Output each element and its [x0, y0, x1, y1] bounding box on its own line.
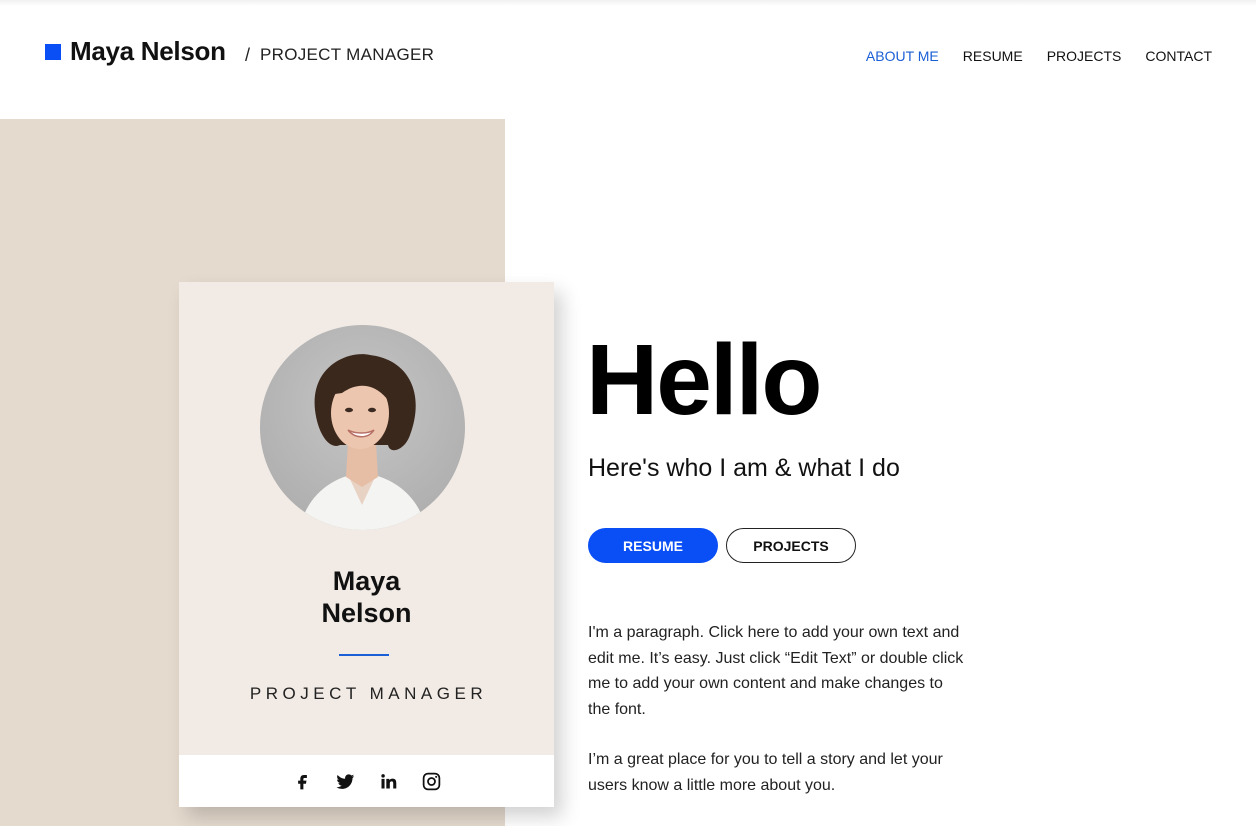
site-header: Maya Nelson / PROJECT MANAGER ABOUT ME R… [0, 0, 1256, 110]
projects-button[interactable]: PROJECTS [726, 528, 856, 563]
brand-name[interactable]: Maya Nelson [70, 36, 226, 67]
profile-card: Maya Nelson PROJECT MANAGER [179, 282, 554, 807]
card-role: PROJECT MANAGER [249, 684, 488, 703]
facebook-icon[interactable] [292, 771, 313, 792]
logo-square-icon[interactable] [45, 44, 61, 60]
resume-button[interactable]: RESUME [588, 528, 718, 563]
hero-subtitle: Here's who I am & what I do [588, 454, 900, 482]
brand-separator: / [245, 45, 251, 65]
card-last-name: Nelson [321, 598, 412, 628]
intro-paragraph-1: I'm a paragraph. Click here to add your … [588, 624, 964, 718]
header-shadow [0, 0, 1256, 6]
card-name: Maya Nelson [179, 565, 554, 629]
nav-about-me[interactable]: ABOUT ME [866, 48, 939, 64]
card-divider [339, 654, 389, 656]
hero-heading: Hello [586, 324, 822, 436]
nav-projects[interactable]: PROJECTS [1047, 48, 1122, 64]
nav-resume[interactable]: RESUME [963, 48, 1023, 64]
nav-contact[interactable]: CONTACT [1145, 48, 1212, 64]
avatar [260, 325, 465, 530]
main-nav: ABOUT ME RESUME PROJECTS CONTACT [866, 48, 1212, 64]
card-first-name: Maya [332, 566, 401, 596]
twitter-icon[interactable] [335, 771, 356, 792]
linkedin-icon[interactable] [378, 771, 399, 792]
intro-paragraph-2: I’m a great place for you to tell a stor… [588, 751, 943, 794]
social-bar [179, 755, 554, 807]
instagram-icon[interactable] [421, 771, 442, 792]
portrait-image [300, 354, 426, 530]
brand-role: PROJECT MANAGER [260, 45, 435, 64]
